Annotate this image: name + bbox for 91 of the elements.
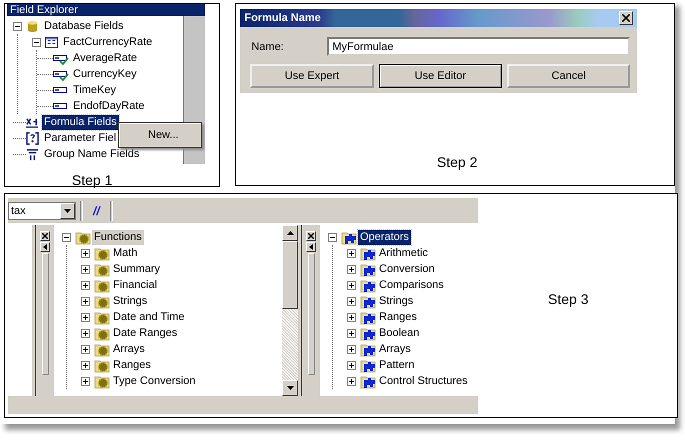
- menu-item[interactable]: New...: [122, 126, 198, 144]
- tree-item[interactable]: Boolean: [377, 326, 422, 340]
- tree-item[interactable]: Arithmetic: [377, 246, 430, 260]
- bracket-icon: [26, 132, 39, 144]
- dialog-button[interactable]: Use Expert: [250, 64, 374, 88]
- tree-item[interactable]: FactCurrencyRate: [61, 34, 154, 50]
- syntax-dropdown[interactable]: tax: [8, 202, 76, 220]
- tree-item[interactable]: Formula Fields: [42, 114, 119, 130]
- expand-toggle[interactable]: [347, 328, 356, 338]
- scroll-thumb[interactable]: [282, 241, 298, 309]
- expand-toggle[interactable]: [62, 232, 71, 242]
- tree-item[interactable]: Parameter Fiel: [42, 130, 118, 146]
- formula-icon: [26, 116, 39, 128]
- expand-toggle[interactable]: [347, 248, 356, 258]
- table-icon: [45, 36, 58, 48]
- down-arrow-icon: [286, 386, 294, 390]
- expand-toggle[interactable]: [81, 344, 90, 354]
- dialog-button[interactable]: Use Editor: [378, 64, 502, 88]
- expand-toggle[interactable]: [13, 22, 22, 30]
- expand-toggle[interactable]: [347, 344, 356, 354]
- comment-button[interactable]: //: [87, 204, 106, 218]
- tree-item[interactable]: Financial: [111, 278, 160, 292]
- expand-toggle[interactable]: [81, 360, 90, 370]
- tree-item[interactable]: Ranges: [377, 310, 419, 324]
- field-icon: [53, 54, 67, 62]
- tree-item[interactable]: Math: [111, 246, 140, 260]
- collapse-button[interactable]: [306, 242, 316, 252]
- scrollbar[interactable]: [282, 225, 298, 396]
- expand-toggle[interactable]: [347, 280, 356, 290]
- collapse-button[interactable]: [40, 242, 50, 252]
- caret-icon: [64, 208, 71, 212]
- expand-toggle[interactable]: [81, 264, 90, 274]
- tree-item[interactable]: Database Fields: [42, 18, 126, 34]
- tree-item[interactable]: Strings: [377, 294, 416, 308]
- expand-toggle[interactable]: [32, 38, 41, 46]
- expand-toggle[interactable]: [81, 328, 90, 338]
- dropdown-button[interactable]: [60, 202, 75, 218]
- tree-item[interactable]: Date Ranges: [111, 326, 180, 340]
- step-caption: Step 1: [70, 172, 114, 188]
- tree-item[interactable]: CurrencyKey: [71, 66, 139, 82]
- close-icon: [622, 14, 630, 22]
- expand-toggle[interactable]: [328, 232, 337, 242]
- tree-item[interactable]: Operators: [358, 230, 411, 244]
- close-icon: [308, 233, 314, 239]
- left-arrow-icon: [43, 244, 47, 250]
- tree-item[interactable]: AverageRate: [71, 50, 140, 66]
- expand-toggle[interactable]: [81, 280, 90, 290]
- tree-item[interactable]: Ranges: [111, 358, 153, 372]
- expand-toggle[interactable]: [347, 296, 356, 306]
- expand-toggle[interactable]: [81, 376, 90, 386]
- tree-item[interactable]: Comparisons: [377, 278, 446, 292]
- tree-item[interactable]: Functions: [92, 230, 144, 244]
- close-button[interactable]: [306, 231, 316, 241]
- tree-item[interactable]: Type Conversion: [111, 374, 198, 388]
- tree-item[interactable]: Summary: [111, 262, 162, 276]
- tree-item[interactable]: EndofDayRate: [71, 98, 147, 114]
- field-icon: [53, 102, 67, 110]
- database-icon: [26, 20, 39, 32]
- tree-item[interactable]: Strings: [111, 294, 150, 308]
- expand-toggle[interactable]: [347, 360, 356, 370]
- panel-title: Field Explorer: [9, 4, 78, 16]
- expand-toggle[interactable]: [81, 296, 90, 306]
- tree-item[interactable]: Group Name Fields: [42, 146, 142, 162]
- up-arrow-icon: [286, 231, 294, 235]
- step-caption: Step 2: [436, 154, 478, 170]
- dialog-title: Formula Name: [244, 12, 321, 24]
- group-icon: [26, 148, 39, 160]
- close-icon: [42, 233, 48, 239]
- tree-item[interactable]: Pattern: [377, 358, 416, 372]
- expand-toggle[interactable]: [81, 248, 90, 258]
- tree-item[interactable]: TimeKey: [71, 82, 118, 98]
- tree-item[interactable]: Control Structures: [377, 374, 470, 388]
- expand-toggle[interactable]: [81, 312, 90, 322]
- name-field[interactable]: MyFormulae: [327, 37, 630, 56]
- tree-item[interactable]: Date and Time: [111, 310, 187, 324]
- splitter-grip[interactable]: [42, 253, 48, 375]
- tree-item[interactable]: Conversion: [377, 262, 437, 276]
- expand-toggle[interactable]: [347, 312, 356, 322]
- close-button[interactable]: [40, 231, 50, 241]
- left-arrow-icon: [309, 244, 313, 250]
- splitter-grip[interactable]: [308, 253, 314, 375]
- dialog-button[interactable]: Cancel: [507, 64, 630, 88]
- step-caption: Step 3: [548, 291, 588, 307]
- tree-item[interactable]: Arrays: [111, 342, 147, 356]
- tree-item[interactable]: Arrays: [377, 342, 413, 356]
- field-icon: [53, 70, 67, 78]
- expand-toggle[interactable]: [347, 264, 356, 274]
- close-button[interactable]: [619, 11, 634, 25]
- field-icon: [53, 86, 67, 94]
- expand-toggle[interactable]: [347, 376, 356, 386]
- field-label: Name:: [251, 40, 285, 52]
